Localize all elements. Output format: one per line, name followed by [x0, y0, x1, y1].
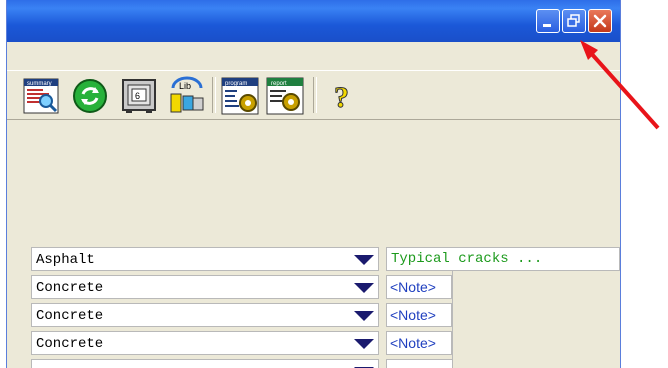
library-caption: Lib	[179, 81, 191, 91]
refresh-button[interactable]	[70, 76, 110, 116]
summary-caption: summary	[27, 81, 52, 87]
application-window: summary 6 Lib program report ? Asphalt T…	[6, 0, 621, 368]
chevron-down-icon[interactable]	[354, 311, 374, 321]
restore-icon	[567, 14, 580, 27]
restore-button[interactable]	[562, 9, 586, 33]
program-caption: program	[225, 81, 247, 87]
grid-background	[452, 271, 620, 368]
material-dropdown[interactable]: Concrete	[31, 331, 379, 355]
help-icon: ?	[334, 81, 350, 115]
library-button[interactable]: Lib	[167, 76, 207, 116]
program-icon: program	[221, 77, 259, 115]
safe-icon: 6	[122, 79, 156, 113]
toolbar-separator	[313, 77, 317, 113]
help-caption: ?	[334, 81, 349, 114]
comment-field[interactable]: Typical cracks ...	[386, 247, 620, 271]
material-dropdown[interactable]: Asphalt	[31, 247, 379, 271]
chevron-down-icon[interactable]	[354, 283, 374, 293]
material-value: Concrete	[36, 280, 104, 296]
report-caption: report	[271, 81, 287, 87]
material-value: Asphalt	[36, 252, 95, 268]
toolbar-separator	[212, 77, 216, 113]
minimize-button[interactable]	[536, 9, 560, 33]
title-bar[interactable]	[7, 0, 620, 42]
close-icon	[593, 14, 607, 28]
library-icon: Lib	[170, 76, 204, 113]
refresh-icon	[73, 79, 107, 113]
chevron-down-icon[interactable]	[354, 339, 374, 349]
chevron-down-icon[interactable]	[354, 255, 374, 265]
note-link[interactable]: <Note>	[386, 303, 452, 327]
note-link[interactable]: <Note>	[386, 331, 452, 355]
material-dropdown[interactable]: Concrete	[31, 275, 379, 299]
safe-button[interactable]: 6	[119, 76, 159, 116]
summary-report-button[interactable]: summary	[21, 76, 61, 116]
material-value: Concrete	[36, 308, 104, 324]
close-button[interactable]	[588, 9, 612, 33]
summary-report-icon: summary	[23, 78, 59, 114]
note-link[interactable]: <Note>	[386, 275, 452, 299]
material-dropdown[interactable]: Concrete	[31, 303, 379, 327]
program-button[interactable]: program	[220, 76, 260, 116]
svg-text:6: 6	[135, 91, 140, 101]
report-settings-icon: report	[266, 77, 304, 115]
toolbar: summary 6 Lib program report ?	[7, 70, 620, 120]
report-settings-button[interactable]: report	[265, 76, 305, 116]
help-button[interactable]: ?	[325, 76, 365, 116]
minimize-icon	[543, 24, 551, 27]
material-value: Concrete	[36, 336, 104, 352]
menu-bar	[7, 42, 620, 71]
material-dropdown[interactable]	[31, 359, 379, 368]
